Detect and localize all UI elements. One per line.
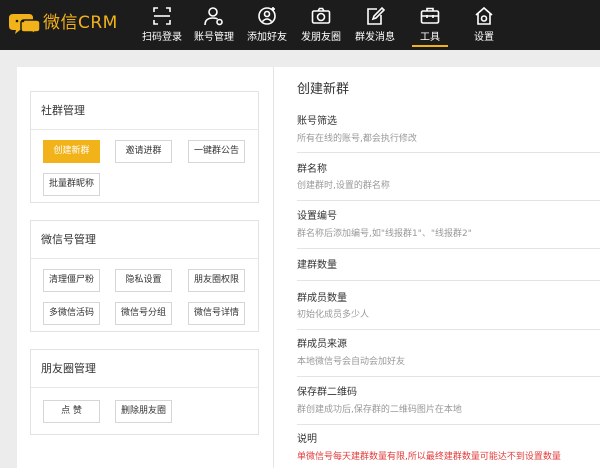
nav-label: 设置	[474, 32, 494, 43]
nav-item-scan-login[interactable]: 扫码登录	[138, 0, 186, 50]
group-mgmt-panel: 社群管理 创建新群 邀请进群 一键群公告 批量群昵称	[30, 91, 259, 203]
member-source-hint: 本地微信号会自动会加好友	[297, 357, 406, 367]
moments-mgmt-panel: 朋友圈管理 点 赞 删除朋友圈	[30, 349, 259, 435]
note-warning-text: 单微信号每天建群数量有限,所以最终建群数量可能达不到设置数量	[297, 452, 561, 462]
moments-permission-button[interactable]: 朋友圈权限	[188, 269, 245, 292]
row-divider	[297, 200, 600, 201]
save-qrcode-hint: 群创建成功后,保存群的二维码图片在本地	[297, 405, 462, 415]
member-count-hint: 初始化成员多少人	[297, 310, 370, 320]
nav-item-account-mgmt[interactable]: 账号管理	[190, 0, 238, 50]
panel-title: 微信号管理	[41, 233, 96, 246]
toolbox-icon	[420, 7, 440, 24]
app-logo: 微信CRM	[9, 11, 139, 35]
delete-moments-button[interactable]: 删除朋友圈	[115, 400, 172, 423]
nav-active-indicator	[412, 45, 448, 47]
nav-item-mass-message[interactable]: 群发消息	[351, 0, 399, 50]
clean-zombie-fans-button[interactable]: 清理僵尸粉	[43, 269, 100, 292]
nav-label: 发朋友圈	[301, 32, 341, 43]
nav-item-tools[interactable]: 工具	[408, 0, 452, 50]
invite-to-group-button[interactable]: 邀请进群	[115, 140, 172, 163]
account-filter-label: 账号筛选	[297, 116, 337, 127]
nav-item-settings[interactable]: 设置	[462, 0, 506, 50]
camera-icon	[311, 7, 331, 24]
batch-group-nickname-button[interactable]: 批量群昵称	[43, 173, 100, 196]
top-nav-bar: 微信CRM 扫码登录 账号管理 添加好友 发朋友圈 群发消息 工具 设置	[0, 0, 600, 50]
row-divider	[297, 376, 600, 377]
nav-label: 扫码登录	[142, 32, 182, 43]
create-group-button[interactable]: 创建新群	[43, 140, 100, 163]
panel-title: 社群管理	[41, 104, 85, 117]
panel-divider	[31, 258, 258, 259]
user-gear-icon	[204, 7, 223, 26]
wechat-details-button[interactable]: 微信号详情	[188, 302, 245, 325]
nav-label: 群发消息	[355, 32, 395, 43]
nav-label: 添加好友	[247, 32, 287, 43]
row-divider	[297, 280, 600, 281]
set-number-hint: 群名称后添加编号,如"线报群1"、"线报群2"	[297, 229, 472, 239]
panel-title: 朋友圈管理	[41, 362, 96, 375]
nav-label: 工具	[420, 32, 440, 43]
group-count-label: 建群数量	[297, 260, 337, 271]
edit-icon	[367, 6, 385, 25]
panel-divider	[31, 129, 258, 130]
app-logo-text: 微信CRM	[43, 13, 118, 33]
add-friend-icon	[258, 7, 276, 25]
multi-wechat-qr-button[interactable]: 多微信活码	[43, 302, 100, 325]
group-announcement-button[interactable]: 一键群公告	[188, 140, 245, 163]
member-count-label: 群成员数量	[297, 293, 347, 304]
account-filter-hint: 所有在线的账号,都会执行修改	[297, 134, 417, 144]
save-qrcode-label: 保存群二维码	[297, 387, 357, 398]
nav-label: 账号管理	[194, 32, 234, 43]
row-divider	[297, 329, 600, 330]
form-title: 创建新群	[297, 82, 350, 97]
home-gear-icon	[475, 6, 493, 25]
row-divider	[297, 152, 600, 153]
member-source-label: 群成员来源	[297, 339, 347, 350]
privacy-settings-button[interactable]: 隐私设置	[115, 269, 172, 292]
nav-item-add-friend[interactable]: 添加好友	[243, 0, 291, 50]
row-divider	[297, 248, 600, 249]
note-label: 说明	[297, 434, 317, 445]
group-name-hint: 创建群时,设置的群名称	[297, 181, 390, 191]
scan-icon	[153, 7, 171, 25]
wechat-grouping-button[interactable]: 微信号分组	[115, 302, 172, 325]
set-number-label: 设置编号	[297, 211, 337, 222]
wechat-mgmt-panel: 微信号管理 清理僵尸粉 隐私设置 朋友圈权限 多微信活码 微信号分组 微信号详情	[30, 220, 259, 332]
chat-bubble-logo-icon	[9, 14, 40, 34]
like-button[interactable]: 点 赞	[43, 400, 100, 423]
panel-divider	[31, 387, 258, 388]
group-name-label: 群名称	[297, 164, 327, 175]
column-divider	[273, 67, 274, 468]
row-divider	[297, 424, 600, 425]
nav-item-post-moments[interactable]: 发朋友圈	[297, 0, 345, 50]
